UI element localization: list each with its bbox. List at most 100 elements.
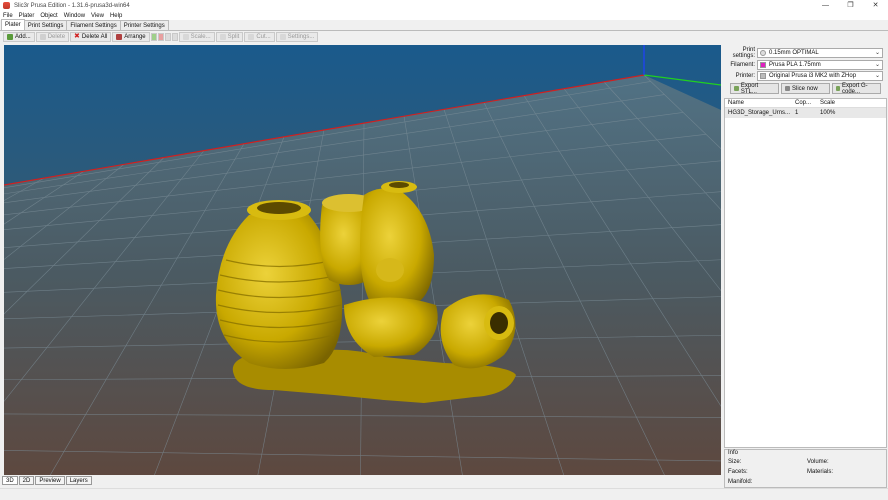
export-icon [836,86,840,91]
rotate-left-icon[interactable] [164,33,171,41]
filament-label: Filament: [730,62,755,68]
column-scale[interactable]: Scale [817,100,851,106]
window-controls: — ❐ ✕ [813,0,888,11]
menu-help[interactable]: Help [110,13,122,19]
chevron-down-icon: ⌄ [874,50,880,56]
print-settings-row: Print settings: 0.15mm OPTIMAL ⌄ [722,47,888,59]
menu-file[interactable]: File [3,13,13,19]
settings-button[interactable]: Settings... [275,32,319,42]
info-materials-label: Materials: [807,469,834,475]
split-label: Split [227,34,240,40]
printer-select[interactable]: Original Prusa i3 MK2 with ZHop ⌄ [757,71,883,81]
column-copies[interactable]: Cop... [792,100,817,106]
delete-all-button[interactable]: ✖ Delete All [70,32,112,42]
add-button[interactable]: Add... [3,32,35,42]
info-panel: Info Size: Volume: Facets: Materials: Ma… [724,449,887,488]
footed-bowl-lid [376,258,404,282]
tab-printer-settings[interactable]: Printer Settings [119,20,169,30]
view-tab-3d[interactable]: 3D [2,476,18,485]
tall-urn-opening [389,182,409,188]
right-panel: Print settings: 0.15mm OPTIMAL ⌄ Filamen… [722,45,888,488]
slice-now-label: Slice now [792,85,818,92]
settings-icon [279,34,286,40]
window-title: Slic3r Prusa Edition - 1.31.6-prusa3d-wi… [14,2,130,9]
plater-toolbar: Add... Delete ✖ Delete All Arrange Scale… [0,31,888,43]
settings-label: Settings... [287,34,315,40]
object-name: HG3D_Storage_Urns... [728,110,791,116]
printer-icon [760,73,766,79]
print-settings-select[interactable]: 0.15mm OPTIMAL ⌄ [757,48,883,58]
export-gcode-label: Export G-code... [842,82,868,95]
chevron-down-icon: ⌄ [874,73,880,79]
slice-now-button[interactable]: Slice now [781,83,830,94]
tipped-urn-opening [490,312,508,334]
printer-label: Printer: [735,73,755,79]
filament-select[interactable]: Prusa PLA 1.75mm ⌄ [757,60,883,70]
export-stl-label: Export STL... [740,82,759,95]
menu-window[interactable]: Window [64,13,85,19]
rotate-right-icon[interactable] [171,33,178,41]
minimize-icon[interactable]: — [813,0,838,11]
menu-object[interactable]: Object [40,13,57,19]
delete-all-icon: ✖ [74,33,80,40]
cut-label: Cut... [256,34,271,40]
menu-view[interactable]: View [91,13,104,19]
info-volume-label: Volume: [807,459,829,465]
info-manifold-label: Manifold: [728,479,753,485]
delete-all-label: Delete All [81,34,108,40]
cut-icon [248,34,255,40]
chevron-down-icon: ⌄ [874,62,880,68]
info-title: Info [728,450,739,456]
status-bar [0,488,888,500]
menu-bar: File Plater Object Window View Help [0,11,888,20]
arrange-button[interactable]: Arrange [112,32,150,42]
print-settings-label: Print settings: [732,47,755,59]
large-urn-opening [257,202,301,214]
arrange-label: Arrange [124,34,146,40]
settings-tabs: Plater Print Settings Filament Settings … [0,19,888,31]
view-tab-preview[interactable]: Preview [35,476,65,485]
object-scale: 100% [820,110,836,116]
add-label: Add... [15,34,31,40]
menu-plater[interactable]: Plater [19,13,35,19]
column-name[interactable]: Name [725,100,792,106]
delete-button[interactable]: Delete [35,32,70,42]
export-stl-button[interactable]: Export STL... [730,82,779,95]
slice-icon [785,86,790,91]
filament-row: Filament: Prusa PLA 1.75mm ⌄ [722,60,888,70]
3d-scene[interactable] [4,45,721,475]
tab-filament-settings[interactable]: Filament Settings [66,20,121,30]
object-list-header: Name Cop... Scale [725,99,886,108]
close-icon[interactable]: ✕ [863,0,888,11]
app-icon [3,2,10,9]
export-gcode-button[interactable]: Export G-code... [832,82,881,95]
tab-print-settings[interactable]: Print Settings [23,20,68,30]
print-settings-value: 0.15mm OPTIMAL [769,50,819,56]
print-profile-icon [760,50,766,56]
view-tab-layers[interactable]: Layers [65,476,92,485]
fewer-instance-icon[interactable] [157,33,164,41]
scale-icon [182,34,189,40]
action-buttons: Export STL... Slice now Export G-code... [730,82,883,95]
scale-label: Scale... [190,34,211,40]
object-copies: 1 [795,110,799,116]
split-button[interactable]: Split [215,32,244,42]
3d-viewport[interactable] [4,45,721,475]
info-facets-label: Facets: [728,469,748,475]
export-icon [734,86,739,91]
delete-label: Delete [47,34,66,40]
tab-plater[interactable]: Plater [1,19,25,30]
cut-button[interactable]: Cut... [244,32,275,42]
more-instance-icon[interactable] [150,33,157,41]
printer-row: Printer: Original Prusa i3 MK2 with ZHop… [722,71,888,81]
filament-value: Prusa PLA 1.75mm [769,62,821,68]
maximize-icon[interactable]: ❐ [838,0,863,11]
add-icon [7,34,13,40]
view-tab-2d[interactable]: 2D [18,476,35,485]
split-icon [219,34,226,40]
table-row[interactable]: HG3D_Storage_Urns... 1 100% [725,108,886,118]
object-list[interactable]: Name Cop... Scale HG3D_Storage_Urns... 1… [724,98,887,448]
scale-button[interactable]: Scale... [178,32,215,42]
delete-icon [39,34,46,40]
printer-value: Original Prusa i3 MK2 with ZHop [769,73,857,79]
